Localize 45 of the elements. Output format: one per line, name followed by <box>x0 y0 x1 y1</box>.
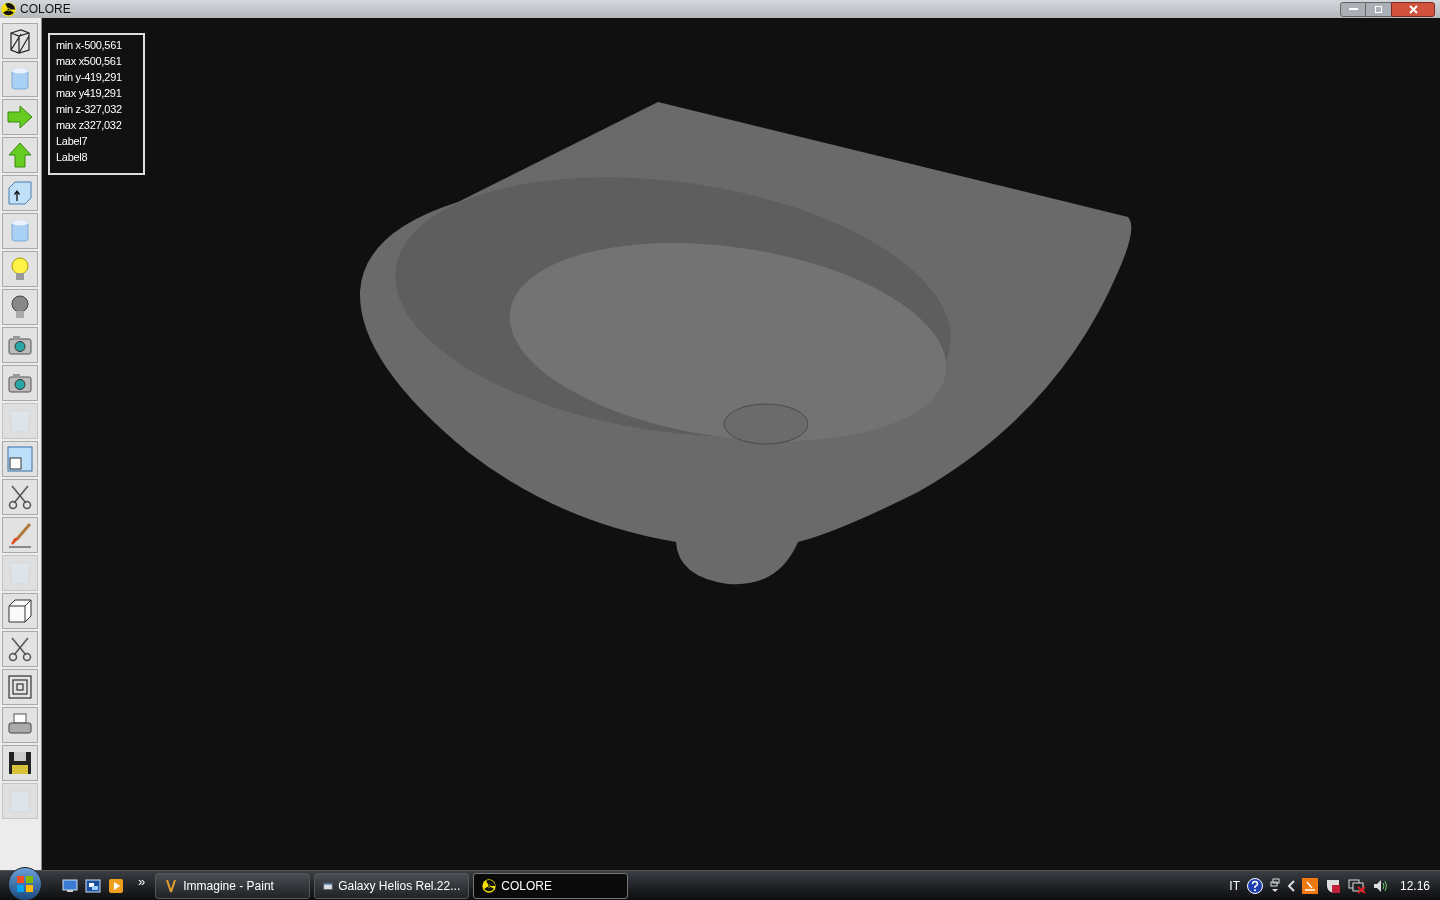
tool-button[interactable] <box>2 23 38 59</box>
language-indicator[interactable]: IT <box>1229 876 1240 895</box>
info-label: max x500,561 <box>56 54 123 69</box>
clock[interactable]: 12.16 <box>1399 876 1430 895</box>
overflow-chevron[interactable]: » <box>138 871 146 892</box>
info-label: min z-327,032 <box>56 102 123 117</box>
cube-arrow-icon <box>6 179 34 207</box>
cube-icon <box>6 597 34 625</box>
info-label: Label7 <box>56 134 89 149</box>
close-button[interactable] <box>1391 1 1435 17</box>
concentric-squares-icon <box>6 673 34 701</box>
desktop-icon[interactable] <box>62 878 78 893</box>
scissors-icon <box>6 483 34 511</box>
help-icon[interactable] <box>1246 877 1263 894</box>
taskbar-button[interactable]: Galaxy Helios Rel.22... <box>314 872 470 899</box>
tray-app-icon[interactable] <box>1301 877 1318 894</box>
arrow-right-icon <box>6 103 34 131</box>
tool-button[interactable] <box>2 631 38 667</box>
start-button[interactable] <box>8 866 42 900</box>
info-label: min x-500,561 <box>56 38 123 53</box>
taskbar-button[interactable]: Immagine - Paint <box>155 872 311 899</box>
network-error-icon[interactable] <box>1347 877 1366 894</box>
radiation-icon <box>482 878 497 893</box>
scissors-icon <box>6 635 34 663</box>
info-label: max z327,032 <box>56 118 123 133</box>
tool-button[interactable] <box>2 745 38 781</box>
switch-windows-icon[interactable] <box>85 878 101 893</box>
windows-stack-icon[interactable] <box>1269 877 1280 894</box>
taskbar-button[interactable]: COLORE <box>473 872 629 899</box>
windows-logo-icon <box>16 874 34 893</box>
media-player-icon[interactable] <box>108 877 124 894</box>
radiation-icon <box>1 1 16 17</box>
minimize-button[interactable] <box>1340 1 1366 17</box>
restore-button[interactable] <box>1366 1 1391 17</box>
info-label: max y419,291 <box>56 86 123 101</box>
chevron-left-icon[interactable] <box>1286 879 1295 892</box>
info-label: min y-419,291 <box>56 70 123 85</box>
window-icon <box>6 445 34 473</box>
info-label: Label8 <box>56 150 89 165</box>
shield-icon[interactable] <box>1324 877 1341 894</box>
brush-icon <box>6 521 34 549</box>
arrow-up-icon <box>6 141 34 169</box>
window-title: COLORE <box>20 1 71 18</box>
close-icon <box>1408 4 1418 14</box>
tool-button[interactable] <box>2 479 38 515</box>
